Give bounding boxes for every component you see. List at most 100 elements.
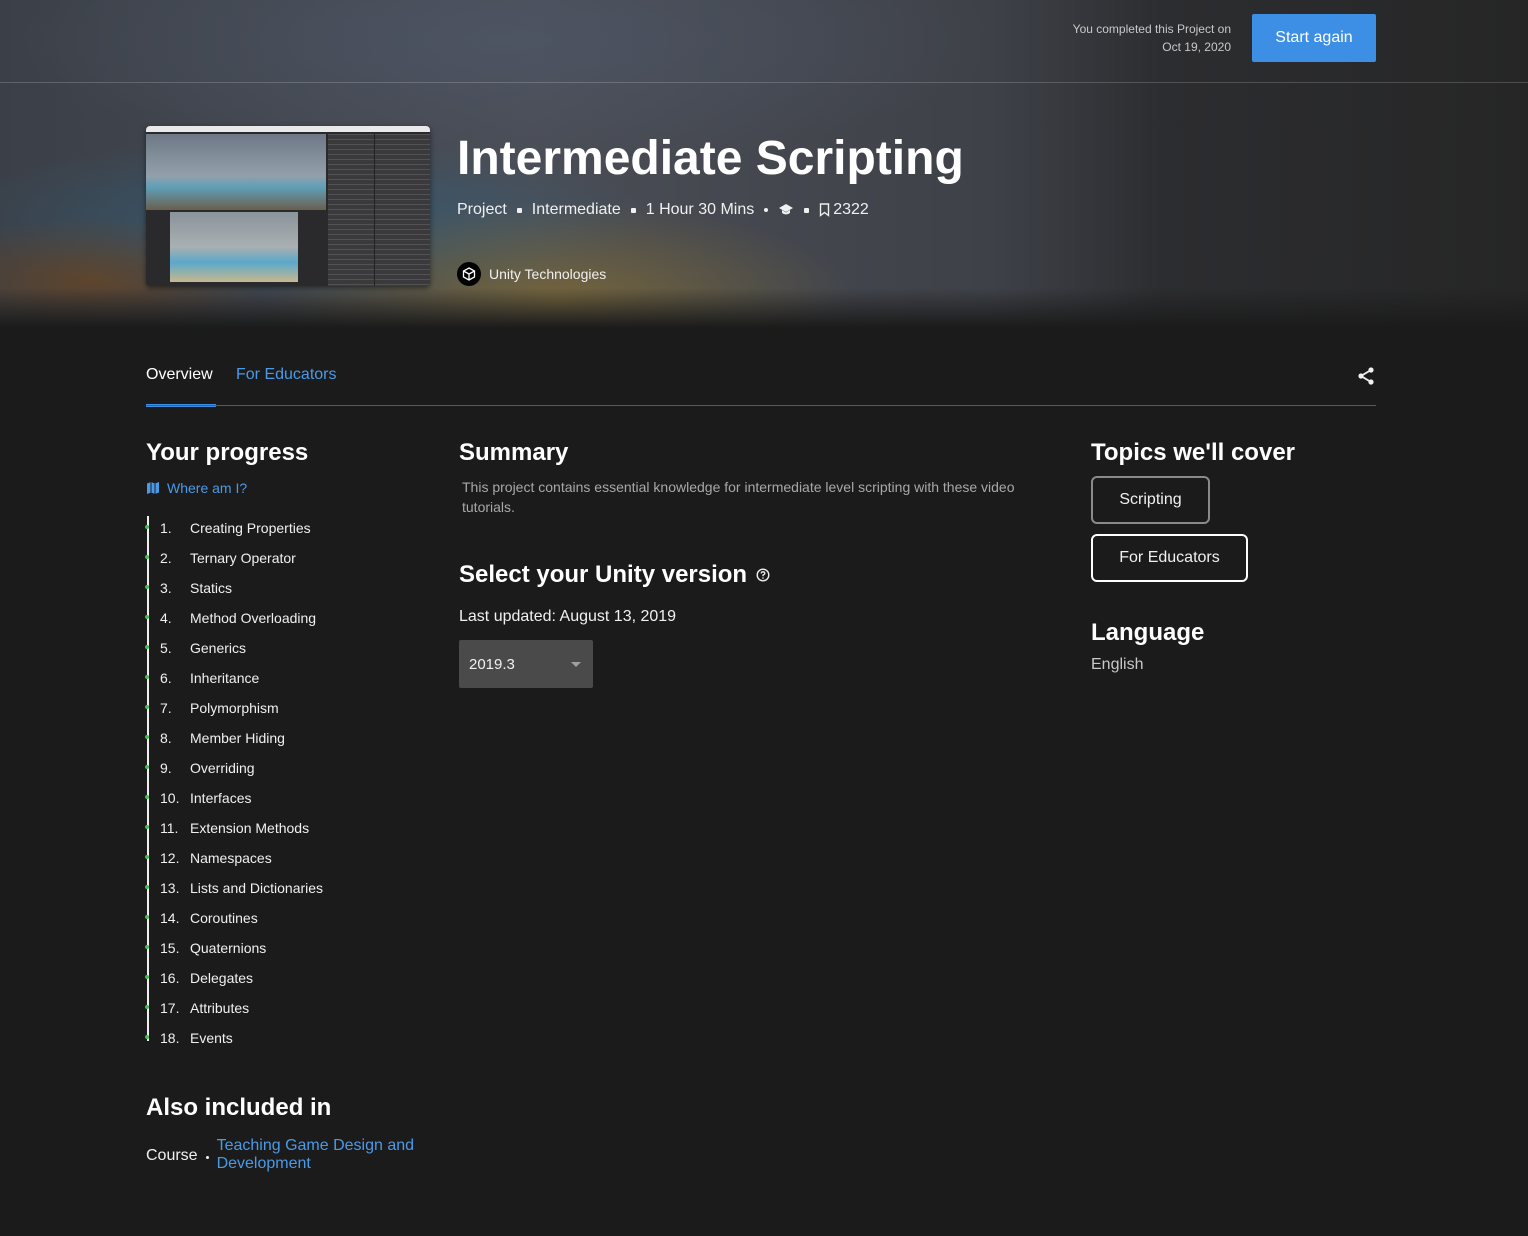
meta-level: Intermediate xyxy=(531,201,621,218)
progress-step[interactable]: 5. Generics xyxy=(145,633,436,663)
progress-section: Your progress Where am I? 1. Creating Pro… xyxy=(145,438,436,1053)
progress-step-label[interactable]: Lists and Dictionaries xyxy=(190,880,323,896)
completion-status-line1: You completed this Project on xyxy=(1072,22,1231,36)
topic-chip-scripting[interactable]: Scripting xyxy=(1091,476,1210,524)
unity-logo-icon xyxy=(457,262,481,286)
progress-step[interactable]: 13. Lists and Dictionaries xyxy=(145,873,436,903)
help-icon[interactable] xyxy=(756,568,770,582)
progress-step[interactable]: 18. Events xyxy=(145,1023,436,1053)
progress-step[interactable]: 1. Creating Properties xyxy=(145,513,436,543)
progress-step-label[interactable]: Method Overloading xyxy=(190,610,316,626)
share-icon[interactable] xyxy=(1356,366,1376,391)
completion-status-date: Oct 19, 2020 xyxy=(1162,40,1231,54)
bookmark-count: 2322 xyxy=(833,201,869,218)
progress-step[interactable]: 2. Ternary Operator xyxy=(145,543,436,573)
bookmark-icon[interactable] xyxy=(819,203,830,217)
progress-heading: Your progress xyxy=(146,439,309,466)
where-am-i-label[interactable]: Where am I? xyxy=(167,480,247,496)
summary-text: This project contains essential knowledg… xyxy=(462,479,1015,515)
start-again-button[interactable]: Start again xyxy=(1252,14,1376,62)
map-icon xyxy=(147,482,159,494)
summary-section: Summary This project contains essential … xyxy=(459,438,1069,517)
progress-step-label[interactable]: Overriding xyxy=(190,760,255,776)
version-heading-text: Select your Unity version xyxy=(459,561,748,588)
progress-step[interactable]: 4. Method Overloading xyxy=(145,603,436,633)
progress-step[interactable]: 12. Namespaces xyxy=(145,843,436,873)
author[interactable]: Unity Technologies xyxy=(457,262,606,286)
meta-type: Project xyxy=(457,201,507,218)
progress-step[interactable]: 16. Delegates xyxy=(145,963,436,993)
included-type: Course xyxy=(146,1147,198,1164)
progress-step-label[interactable]: Quaternions xyxy=(190,940,266,956)
meta-separator xyxy=(516,207,522,213)
topic-chip-for-educators[interactable]: For Educators xyxy=(1091,534,1248,582)
progress-step-label[interactable]: Namespaces xyxy=(190,850,272,866)
progress-step-number: 4. xyxy=(160,610,172,626)
progress-step-label[interactable]: Ternary Operator xyxy=(190,550,296,566)
progress-step-label[interactable]: Interfaces xyxy=(190,790,251,806)
tab-bar: Overview For Educators xyxy=(146,360,1376,407)
progress-step[interactable]: 7. Polymorphism xyxy=(145,693,436,723)
progress-line xyxy=(147,516,149,1041)
language-section: Language English xyxy=(1091,618,1204,674)
progress-step-number: 5. xyxy=(160,640,172,656)
progress-step-number: 3. xyxy=(160,580,172,596)
course-link-line1[interactable]: Teaching Game Design and xyxy=(217,1137,414,1154)
course-link-line2[interactable]: Development xyxy=(217,1155,311,1172)
progress-step-number: 15. xyxy=(160,940,180,956)
progress-step-number: 1. xyxy=(160,520,172,536)
progress-step-label[interactable]: Events xyxy=(190,1030,233,1046)
course-link[interactable]: Teaching Game Design and Development xyxy=(217,1137,447,1173)
progress-step[interactable]: 9. Overriding xyxy=(145,753,436,783)
where-am-i-link[interactable]: Where am I? xyxy=(146,480,436,496)
completion-status: You completed this Project on Oct 19, 20… xyxy=(991,20,1231,56)
progress-step-label[interactable]: Delegates xyxy=(190,970,253,986)
meta-separator xyxy=(630,207,636,213)
progress-step[interactable]: 3. Statics xyxy=(145,573,436,603)
progress-step[interactable]: 6. Inheritance xyxy=(145,663,436,693)
summary-heading: Summary xyxy=(459,439,569,466)
progress-step[interactable]: 17. Attributes xyxy=(145,993,436,1023)
progress-step-number: 7. xyxy=(160,700,172,716)
progress-step-label[interactable]: Creating Properties xyxy=(190,520,311,536)
progress-step-label[interactable]: Statics xyxy=(190,580,232,596)
progress-step-number: 10. xyxy=(160,790,180,806)
separator-dot xyxy=(205,1156,209,1159)
progress-step-number: 9. xyxy=(160,760,172,776)
progress-step-label[interactable]: Inheritance xyxy=(190,670,259,686)
topics-heading: Topics we'll cover xyxy=(1091,439,1295,466)
progress-step-label[interactable]: Generics xyxy=(190,640,246,656)
progress-step-label[interactable]: Member Hiding xyxy=(190,730,285,746)
unity-version-value: 2019.3 xyxy=(469,655,515,673)
progress-step[interactable]: 10. Interfaces xyxy=(145,783,436,813)
chevron-down-icon xyxy=(571,661,581,667)
last-updated: Last updated: August 13, 2019 xyxy=(459,608,677,625)
progress-step-number: 6. xyxy=(160,670,172,686)
version-heading: Select your Unity version xyxy=(459,560,1069,590)
project-title: Intermediate Scripting xyxy=(457,132,964,185)
progress-step-label[interactable]: Attributes xyxy=(190,1000,249,1016)
topics-section: Topics we'll cover Scripting For Educato… xyxy=(1091,438,1376,582)
tab-overview[interactable]: Overview xyxy=(146,366,216,407)
tab-for-educators[interactable]: For Educators xyxy=(236,366,336,406)
progress-step[interactable]: 8. Member Hiding xyxy=(145,723,436,753)
progress-step-label[interactable]: Coroutines xyxy=(190,910,258,926)
progress-step-number: 16. xyxy=(160,970,180,986)
progress-step-label[interactable]: Extension Methods xyxy=(190,820,309,836)
version-section: Select your Unity version Last updated: … xyxy=(459,560,1069,688)
progress-step[interactable]: 15. Quaternions xyxy=(145,933,436,963)
progress-step-number: 17. xyxy=(160,1000,180,1016)
tab-overview-label: Overview xyxy=(146,366,213,383)
author-name[interactable]: Unity Technologies xyxy=(489,266,606,282)
hero-banner: You completed this Project on Oct 19, 20… xyxy=(0,0,1528,328)
progress-step[interactable]: 11. Extension Methods xyxy=(145,813,436,843)
progress-step[interactable]: 14. Coroutines xyxy=(145,903,436,933)
progress-step-number: 18. xyxy=(160,1030,180,1046)
hero-divider xyxy=(0,82,1528,83)
project-meta: Project Intermediate 1 Hour 30 Mins 2322 xyxy=(457,199,869,221)
also-included-section: Also included in Course Teaching Game De… xyxy=(146,1093,466,1173)
language-heading: Language xyxy=(1091,619,1205,646)
progress-step-number: 8. xyxy=(160,730,172,746)
unity-version-select[interactable]: 2019.3 xyxy=(459,640,593,688)
progress-step-label[interactable]: Polymorphism xyxy=(190,700,279,716)
